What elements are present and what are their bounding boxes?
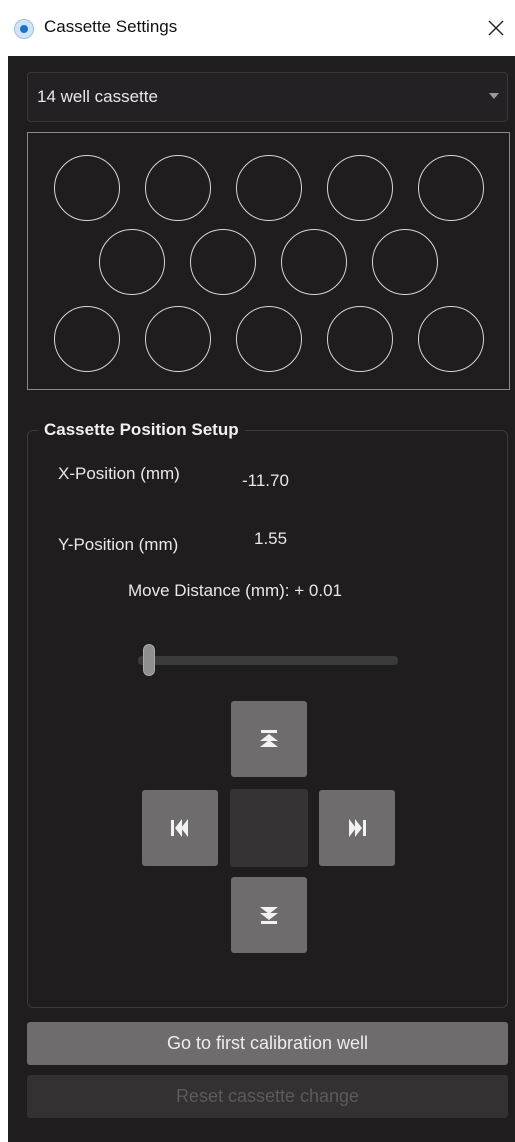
slider-handle[interactable] [143,644,155,676]
cassette-position-setup-group: Cassette Position Setup X-Position (mm) … [27,420,508,1008]
cassette-well[interactable] [53,306,120,372]
cassette-well[interactable] [99,229,165,295]
cassette-well[interactable] [372,229,438,295]
cassette-well-map [27,132,510,390]
title-bar: Cassette Settings [0,0,515,56]
cassette-well[interactable] [235,306,302,372]
jog-center-pad [230,789,308,867]
cassette-well[interactable] [53,155,120,221]
cassette-well[interactable] [235,155,302,221]
y-position-label: Y-Position (mm) [58,535,179,554]
skip-to-bottom-icon [260,907,278,924]
cassette-type-value: 14 well cassette [37,87,158,106]
skip-to-top-icon [260,730,278,747]
move-distance-slider[interactable] [138,644,398,676]
cassette-well[interactable] [190,229,256,295]
go-to-first-calibration-well-button[interactable]: Go to first calibration well [27,1022,508,1065]
window-title: Cassette Settings [44,17,178,36]
cassette-well[interactable] [417,155,484,221]
app-icon [14,19,34,39]
slider-track [138,656,398,665]
settings-panel: 14 well cassette Cassette Position Setup… [8,56,515,1142]
cassette-type-dropdown[interactable]: 14 well cassette [27,72,508,122]
cassette-well[interactable] [281,229,347,295]
cassette-well[interactable] [326,155,393,221]
skip-forward-icon [349,819,366,837]
skip-back-icon [171,819,188,837]
close-button[interactable] [477,8,515,48]
cassette-well[interactable] [326,306,393,372]
cassette-well[interactable] [417,306,484,372]
move-distance-label: Move Distance (mm): + 0.01 [128,581,342,600]
cassette-well[interactable] [144,155,211,221]
x-position-value: -11.70 [242,471,289,490]
close-icon [488,20,504,36]
move-right-button[interactable] [319,790,395,866]
y-position-value: 1.55 [254,529,288,548]
move-left-button[interactable] [142,790,218,866]
move-up-button[interactable] [231,701,307,777]
x-position-label: X-Position (mm) [58,464,180,483]
chevron-down-icon [489,93,499,99]
move-down-button[interactable] [231,877,307,953]
reset-cassette-change-button[interactable]: Reset cassette change [27,1075,508,1118]
cassette-well[interactable] [144,306,211,372]
group-title: Cassette Position Setup [38,420,245,440]
